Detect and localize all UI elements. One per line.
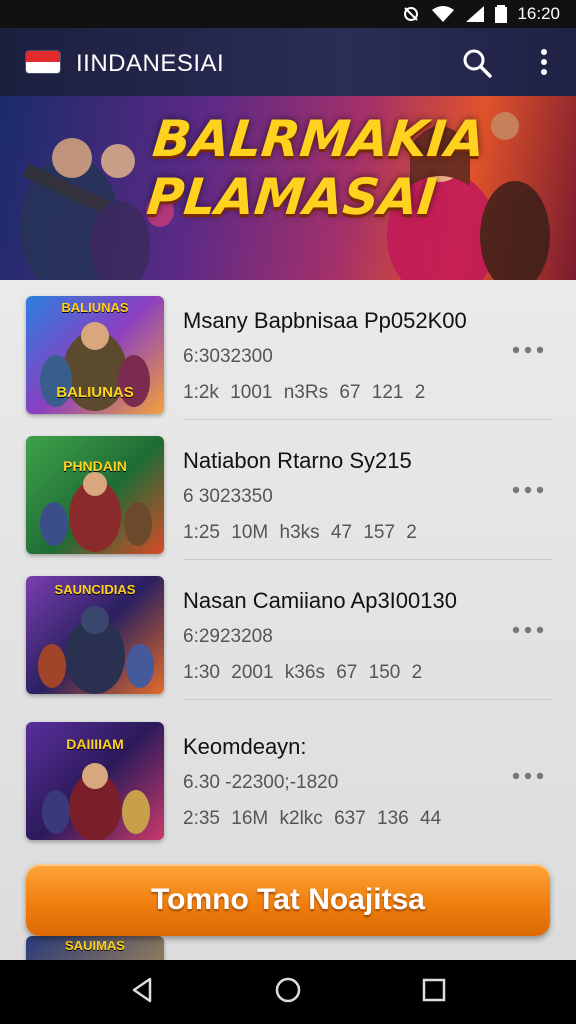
- more-horizontal-icon[interactable]: [510, 623, 546, 637]
- list-item[interactable]: PHNDAIN Natiabon Rtarno Sy215 6 3023350 …: [0, 420, 576, 560]
- game-thumbnail-label: BALIUNAS: [56, 384, 134, 401]
- game-title: Msany Bapbnisaa Pp052K00: [183, 308, 467, 333]
- recents-icon[interactable]: [420, 976, 448, 1004]
- wifi-icon: [432, 6, 455, 22]
- game-list[interactable]: BALIUNAS BALIUNAS Msany Bapbnisaa Pp052K…: [0, 280, 576, 960]
- cta-button[interactable]: Tomno Tat Noajitsa: [26, 864, 550, 936]
- app-bar: IINDANESIAI: [0, 28, 576, 96]
- game-thumbnail-label: BALIUNAS: [61, 300, 129, 315]
- banner-title-line1: BALRMAKIA: [150, 110, 488, 168]
- app-title: IINDANESIAI: [76, 50, 225, 77]
- banner-title: BALRMAKIA PLAMASAI: [144, 110, 488, 226]
- back-icon[interactable]: [128, 976, 156, 1004]
- game-thumbnail: BALIUNAS BALIUNAS: [26, 296, 164, 414]
- game-stats: 1:30 2001 k36s 67 150 2: [183, 662, 423, 683]
- game-title: Natiabon Rtarno Sy215: [183, 448, 412, 473]
- game-subtitle: 6.30 -22300;-1820: [183, 772, 339, 793]
- more-horizontal-icon[interactable]: [510, 769, 546, 783]
- home-icon[interactable]: [274, 976, 302, 1004]
- game-thumbnail: PHNDAIN: [26, 436, 164, 554]
- indonesia-flag-icon: [26, 51, 60, 73]
- game-thumbnail-label: PHNDAIN: [63, 458, 127, 474]
- game-title: Nasan Camiiano Ap3I00130: [183, 588, 457, 613]
- more-vertical-icon[interactable]: [536, 46, 552, 78]
- list-item[interactable]: BALIUNAS BALIUNAS Msany Bapbnisaa Pp052K…: [0, 280, 576, 420]
- battery-icon: [495, 5, 508, 23]
- game-subtitle: 6:2923208: [183, 626, 273, 647]
- game-thumbnail-label: SAUNCIDIAS: [54, 582, 136, 597]
- game-stats: 1:2k 1001 n3Rs 67 121 2: [183, 382, 426, 403]
- banner-title-line2: PLAMASAI: [144, 168, 440, 226]
- signal-icon: [466, 6, 485, 22]
- game-thumbnail: DAIIIIAM: [26, 722, 164, 840]
- search-icon[interactable]: [462, 48, 492, 78]
- game-stats: 2:35 16M k2lkc 637 136 44: [183, 808, 442, 829]
- game-thumbnail-art: [40, 472, 152, 552]
- more-horizontal-icon[interactable]: [510, 483, 546, 497]
- game-subtitle: 6 3023350: [183, 486, 273, 507]
- game-title: Keomdeayn:: [183, 734, 307, 759]
- more-horizontal-icon[interactable]: [510, 343, 546, 357]
- status-bar: 16:20: [0, 0, 576, 28]
- divider: [183, 699, 552, 700]
- nav-bar: [0, 960, 576, 1024]
- list-item[interactable]: DAIIIIAM Keomdeayn: 6.30 -22300;-1820 2:…: [0, 706, 576, 846]
- game-thumbnail-label: SAUIMAS: [65, 938, 125, 953]
- game-thumbnail-label: DAIIIIAM: [66, 736, 124, 752]
- status-time: 16:20: [517, 4, 560, 23]
- featured-banner[interactable]: BALRMAKIA PLAMASAI: [0, 96, 576, 280]
- notification-icon: [404, 7, 419, 21]
- game-stats: 1:25 10M h3ks 47 157 2: [183, 522, 417, 543]
- game-thumbnail: SAUIMAS: [26, 936, 164, 960]
- list-item[interactable]: SAUNCIDIAS Nasan Camiiano Ap3I00130 6:29…: [0, 560, 576, 700]
- game-thumbnail: SAUNCIDIAS: [26, 576, 164, 694]
- game-subtitle: 6:3032300: [183, 346, 273, 367]
